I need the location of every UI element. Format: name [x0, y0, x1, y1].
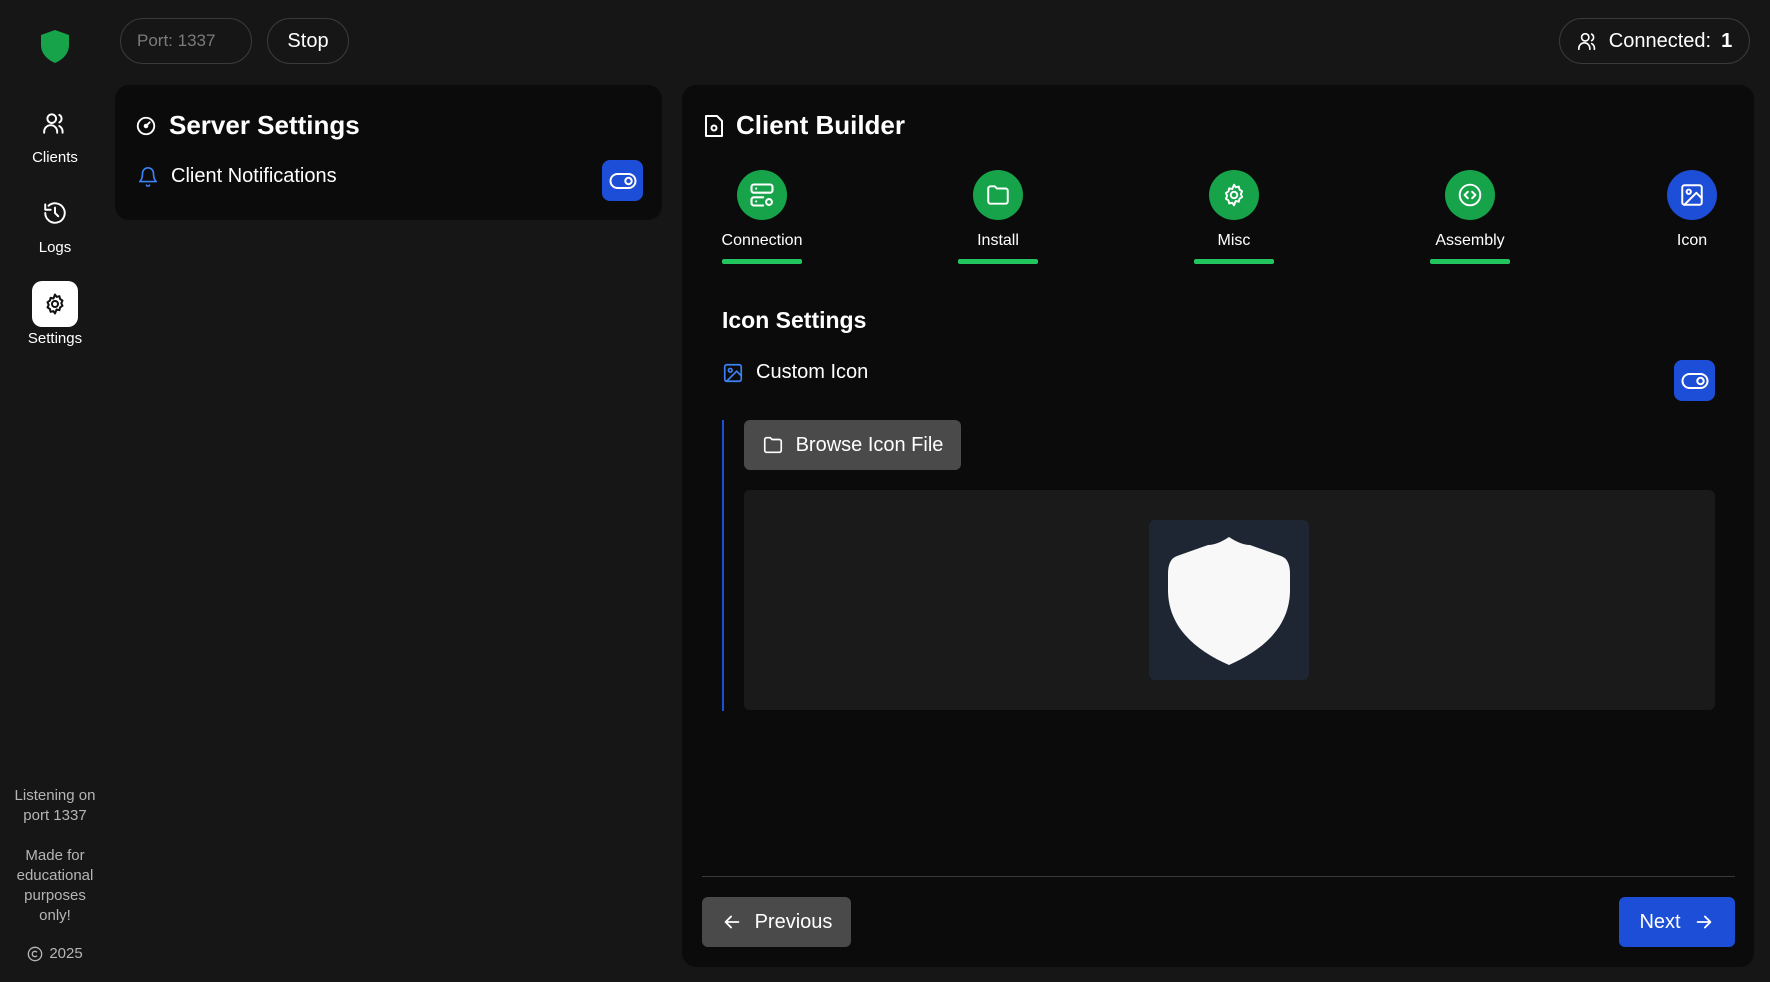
icon-preview-image: [1149, 520, 1309, 680]
step-label: Connection: [721, 232, 803, 249]
sidebar-item-settings[interactable]: Settings: [0, 281, 110, 347]
history-icon: [32, 190, 78, 236]
client-notifications-label: Client Notifications: [171, 165, 337, 187]
sidebar-item-label: Settings: [27, 330, 83, 347]
server-settings-title-row: Server Settings: [135, 110, 360, 141]
step-progress-bar: [722, 259, 802, 264]
custom-icon-label: Custom Icon: [756, 361, 869, 383]
connected-count: 1: [1721, 29, 1733, 52]
step-progress-bar: [1194, 259, 1274, 264]
gauge-icon: [135, 115, 157, 137]
arrow-left-icon: [721, 911, 743, 933]
indent-line: [722, 420, 724, 711]
step-icon[interactable]: Icon: [1632, 170, 1752, 250]
step-install[interactable]: Install: [938, 170, 1058, 264]
gear-icon: [1209, 170, 1259, 220]
folder-icon: [762, 434, 784, 456]
server-gear-icon: [737, 170, 787, 220]
custom-icon-toggle[interactable]: [1674, 360, 1715, 401]
custom-icon-row: Custom Icon: [722, 361, 868, 384]
port-input[interactable]: [120, 18, 252, 64]
code-icon: [1445, 170, 1495, 220]
shield-icon: [1168, 537, 1290, 665]
step-progress-bar: [1430, 259, 1510, 264]
file-settings-icon: [704, 114, 724, 138]
page-title: Server Settings: [169, 110, 360, 140]
sidebar-item-label: Clients: [32, 149, 78, 166]
image-icon: [722, 362, 744, 384]
listening-status: Listening on port 1337: [14, 787, 96, 824]
step-label: Install: [977, 232, 1019, 249]
bell-icon: [137, 166, 159, 188]
client-notifications-toggle[interactable]: [602, 160, 643, 201]
shield-logo-icon: [38, 28, 72, 64]
connected-label: Connected:: [1608, 29, 1712, 52]
next-label: Next: [1639, 910, 1681, 933]
folder-icon: [973, 170, 1023, 220]
server-settings-panel: Server Settings Client Notifications: [115, 85, 662, 220]
arrow-right-icon: [1693, 911, 1715, 933]
client-builder-panel: Client Builder Connection Install Misc A…: [682, 85, 1754, 967]
copyright-icon: [27, 946, 43, 962]
step-assembly[interactable]: Assembly: [1410, 170, 1530, 264]
step-label: Assembly: [1435, 232, 1505, 249]
icon-settings-title: Icon Settings: [722, 307, 867, 333]
step-label: Misc: [1217, 232, 1251, 249]
client-builder-title-row: Client Builder: [704, 110, 905, 141]
next-button[interactable]: Next: [1619, 897, 1735, 947]
copyright-year: 2025: [49, 945, 83, 962]
step-connection[interactable]: Connection: [702, 170, 822, 264]
browse-icon-file-button[interactable]: Browse Icon File: [744, 420, 961, 470]
sidebar-item-logs[interactable]: Logs: [0, 190, 110, 256]
step-progress-bar: [958, 259, 1038, 264]
browse-label: Browse Icon File: [795, 433, 944, 456]
builder-title: Client Builder: [736, 110, 906, 140]
sidebar: Clients Logs Settings Listening on port …: [0, 0, 110, 982]
disclaimer-text: Made for educational purposes only!: [16, 847, 94, 924]
connected-indicator[interactable]: Connected: 1: [1559, 18, 1750, 64]
previous-button[interactable]: Previous: [702, 897, 851, 947]
copyright: 2025: [0, 945, 110, 962]
gear-icon: [32, 281, 78, 327]
step-label: Icon: [1676, 232, 1708, 249]
step-misc[interactable]: Misc: [1174, 170, 1294, 264]
previous-label: Previous: [754, 910, 833, 933]
image-icon: [1667, 170, 1717, 220]
users-icon: [32, 100, 78, 146]
icon-preview-area: [744, 490, 1715, 710]
stop-button[interactable]: Stop: [267, 18, 349, 64]
users-icon: [1577, 30, 1599, 52]
sidebar-item-clients[interactable]: Clients: [0, 100, 110, 166]
sidebar-item-label: Logs: [38, 239, 72, 256]
client-notifications-row: Client Notifications: [137, 165, 337, 188]
footer-divider: [702, 876, 1735, 877]
